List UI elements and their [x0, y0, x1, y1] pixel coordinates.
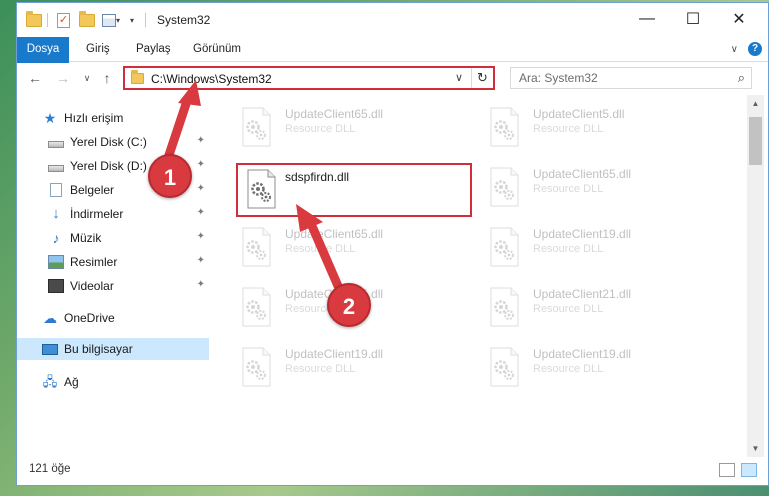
annotation-arrows [163, 80, 343, 291]
arrow-1-shaft [163, 93, 193, 163]
arrow-2-shaft [307, 221, 343, 291]
step-callout-1: 1 [148, 154, 192, 198]
step-callout-2: 2 [327, 283, 371, 327]
arrow-1-head [178, 80, 201, 106]
arrow-2-head [296, 204, 323, 232]
